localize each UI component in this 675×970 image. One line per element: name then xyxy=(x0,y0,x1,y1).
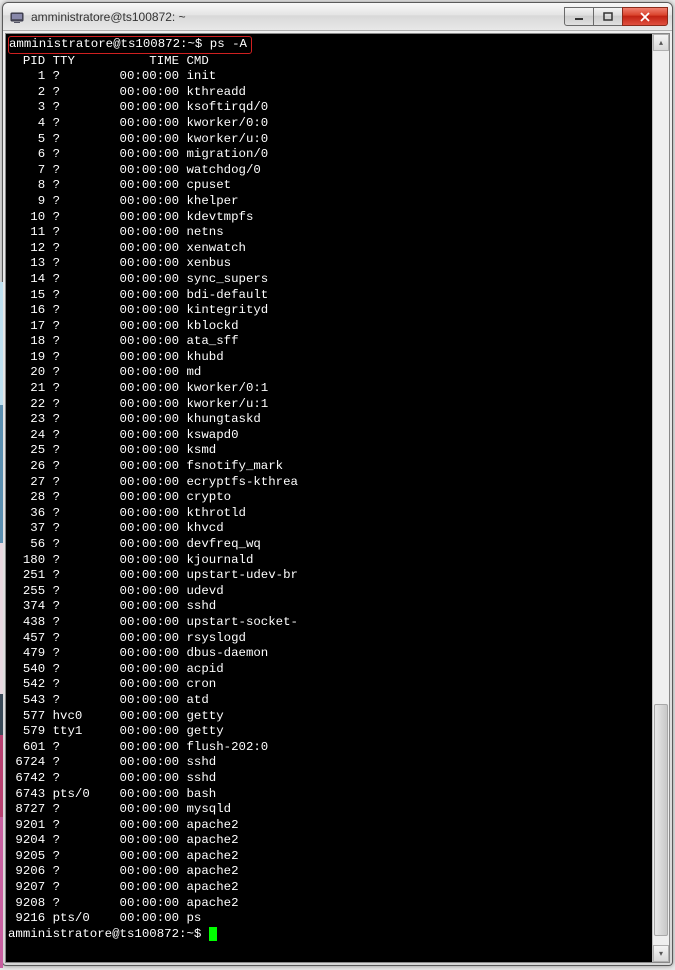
terminal-output[interactable]: amministratore@ts100872:~$ ps -A PID TTY… xyxy=(6,34,652,962)
terminal-container: amministratore@ts100872:~$ ps -A PID TTY… xyxy=(5,33,670,963)
app-icon xyxy=(9,9,25,25)
window-controls xyxy=(565,7,668,26)
minimize-button[interactable] xyxy=(564,7,594,26)
title-bar[interactable]: amministratore@ts100872: ~ xyxy=(3,3,672,31)
terminal-window: amministratore@ts100872: ~ amministrator… xyxy=(2,2,673,966)
scrollbar-thumb[interactable] xyxy=(654,704,668,936)
window-title: amministratore@ts100872: ~ xyxy=(31,10,565,24)
scrollbar-track[interactable] xyxy=(653,51,669,945)
cursor xyxy=(209,927,217,941)
command-line: amministratore@ts100872:~$ ps -A xyxy=(8,36,252,54)
close-button[interactable] xyxy=(622,7,668,26)
maximize-button[interactable] xyxy=(593,7,623,26)
vertical-scrollbar[interactable]: ▴ ▾ xyxy=(652,34,669,962)
scroll-down-button[interactable]: ▾ xyxy=(653,945,669,962)
scroll-up-button[interactable]: ▴ xyxy=(653,34,669,51)
left-edge-decoration xyxy=(0,282,3,968)
